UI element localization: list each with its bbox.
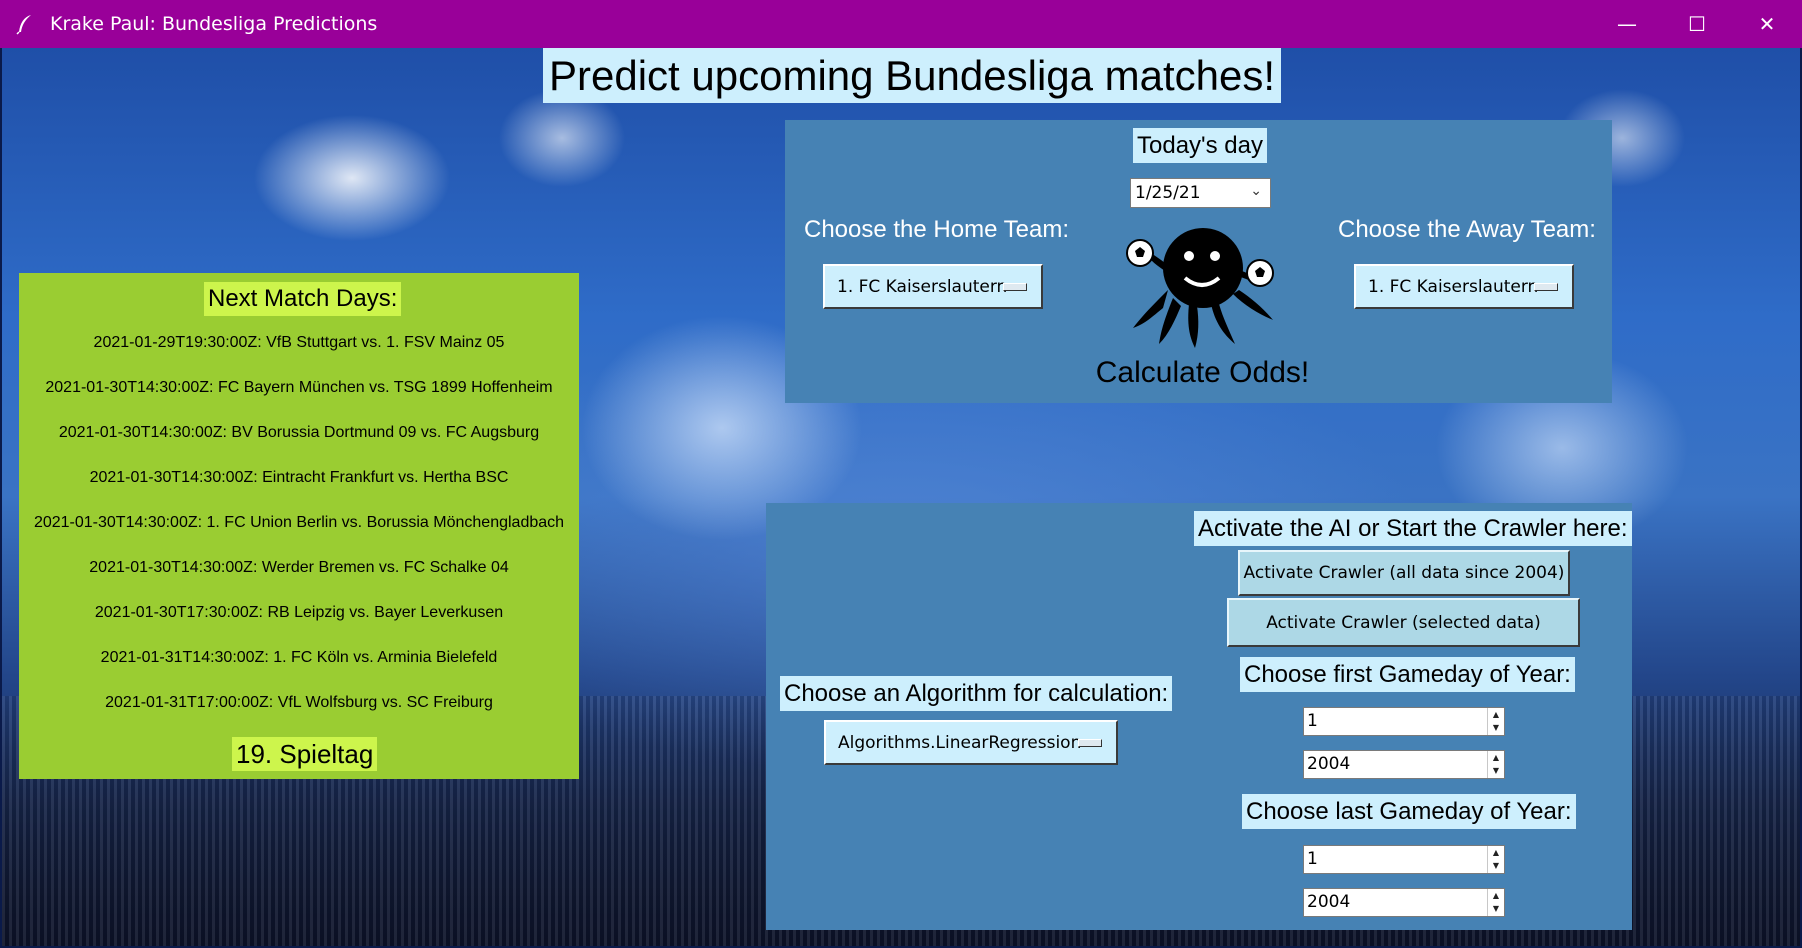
match-item: 2021-01-30T14:30:00Z: Werder Bremen vs. … [89,559,509,576]
first-year-spinbox[interactable]: 2004 ▲ ▼ [1303,750,1505,779]
first-gameday-value: 1 [1307,711,1318,731]
away-team-value: 1. FC Kaiserslautern [1368,276,1539,297]
calculate-odds-button[interactable]: Calculate Odds! [1085,218,1320,398]
match-item: 2021-01-31T17:00:00Z: VfL Wolfsburg vs. … [105,694,493,711]
spin-arrows-icon[interactable]: ▲ ▼ [1487,889,1504,916]
first-gameday-spinbox[interactable]: 1 ▲ ▼ [1303,707,1505,736]
first-gameday-label: Choose first Gameday of Year: [1240,657,1575,692]
algorithm-value: Algorithms.LinearRegression [838,732,1082,753]
algorithm-label: Choose an Algorithm for calculation: [780,676,1173,711]
spieltag-label: 19. Spieltag [232,737,378,771]
away-team-label: Choose the Away Team: [1338,216,1596,243]
date-value: 1/25/21 [1135,183,1201,203]
window-title: Krake Paul: Bundesliga Predictions [50,13,378,35]
close-button[interactable]: ✕ [1732,0,1802,48]
match-item: 2021-01-30T14:30:00Z: BV Borussia Dortmu… [58,424,540,441]
first-year-value: 2004 [1307,754,1351,774]
spin-arrows-icon[interactable]: ▲ ▼ [1487,751,1504,778]
match-days-heading: Next Match Days: [204,282,402,316]
maximize-button[interactable]: ☐ [1662,0,1732,48]
window-controls: — ☐ ✕ [1592,0,1802,48]
crawler-heading: Activate the AI or Start the Crawler her… [1194,511,1632,546]
home-team-value: 1. FC Kaiserslautern [837,276,1008,297]
option-indicator-icon [1003,282,1027,291]
match-item: 2021-01-30T14:30:00Z: FC Bayern München … [45,379,553,396]
soccer-ball-icon [1126,239,1154,267]
last-gameday-label: Choose last Gameday of Year: [1242,794,1576,829]
match-item: 2021-01-30T14:30:00Z: 1. FC Union Berlin… [33,514,565,531]
spin-arrows-icon[interactable]: ▲ ▼ [1487,708,1504,735]
page-title: Predict upcoming Bundesliga matches! [543,48,1282,103]
last-gameday-value: 1 [1307,849,1318,869]
algorithm-select[interactable]: Algorithms.LinearRegression [824,720,1118,765]
spin-arrows-icon[interactable]: ▲ ▼ [1487,846,1504,873]
activate-crawler-selected-button[interactable]: Activate Crawler (selected data) [1227,598,1580,647]
last-year-value: 2004 [1307,892,1351,912]
home-team-label: Choose the Home Team: [804,216,1070,243]
match-item: 2021-01-31T14:30:00Z: 1. FC Köln vs. Arm… [100,649,498,666]
match-item: 2021-01-29T19:30:00Z: VfB Stuttgart vs. … [93,334,505,351]
away-team-select[interactable]: 1. FC Kaiserslautern [1354,264,1574,309]
window-titlebar: Krake Paul: Bundesliga Predictions — ☐ ✕ [0,0,1802,48]
calculate-odds-label: Calculate Odds! [1095,356,1310,389]
minimize-button[interactable]: — [1592,0,1662,48]
today-label: Today's day [1133,128,1267,163]
option-indicator-icon [1534,282,1558,291]
home-team-select[interactable]: 1. FC Kaiserslautern [823,264,1043,309]
match-item: 2021-01-30T17:30:00Z: RB Leipzig vs. Bay… [94,604,504,621]
match-item: 2021-01-30T14:30:00Z: Eintracht Frankfur… [89,469,509,486]
option-indicator-icon [1078,738,1102,747]
soccer-ball-icon [1246,259,1274,287]
date-picker[interactable]: 1/25/21 ⌄ [1130,178,1271,208]
last-year-spinbox[interactable]: 2004 ▲ ▼ [1303,888,1505,917]
last-gameday-spinbox[interactable]: 1 ▲ ▼ [1303,845,1505,874]
chevron-down-icon[interactable]: ⌄ [1250,183,1262,199]
activate-crawler-all-button[interactable]: Activate Crawler (all data since 2004) [1238,550,1570,596]
feather-icon [16,15,31,35]
